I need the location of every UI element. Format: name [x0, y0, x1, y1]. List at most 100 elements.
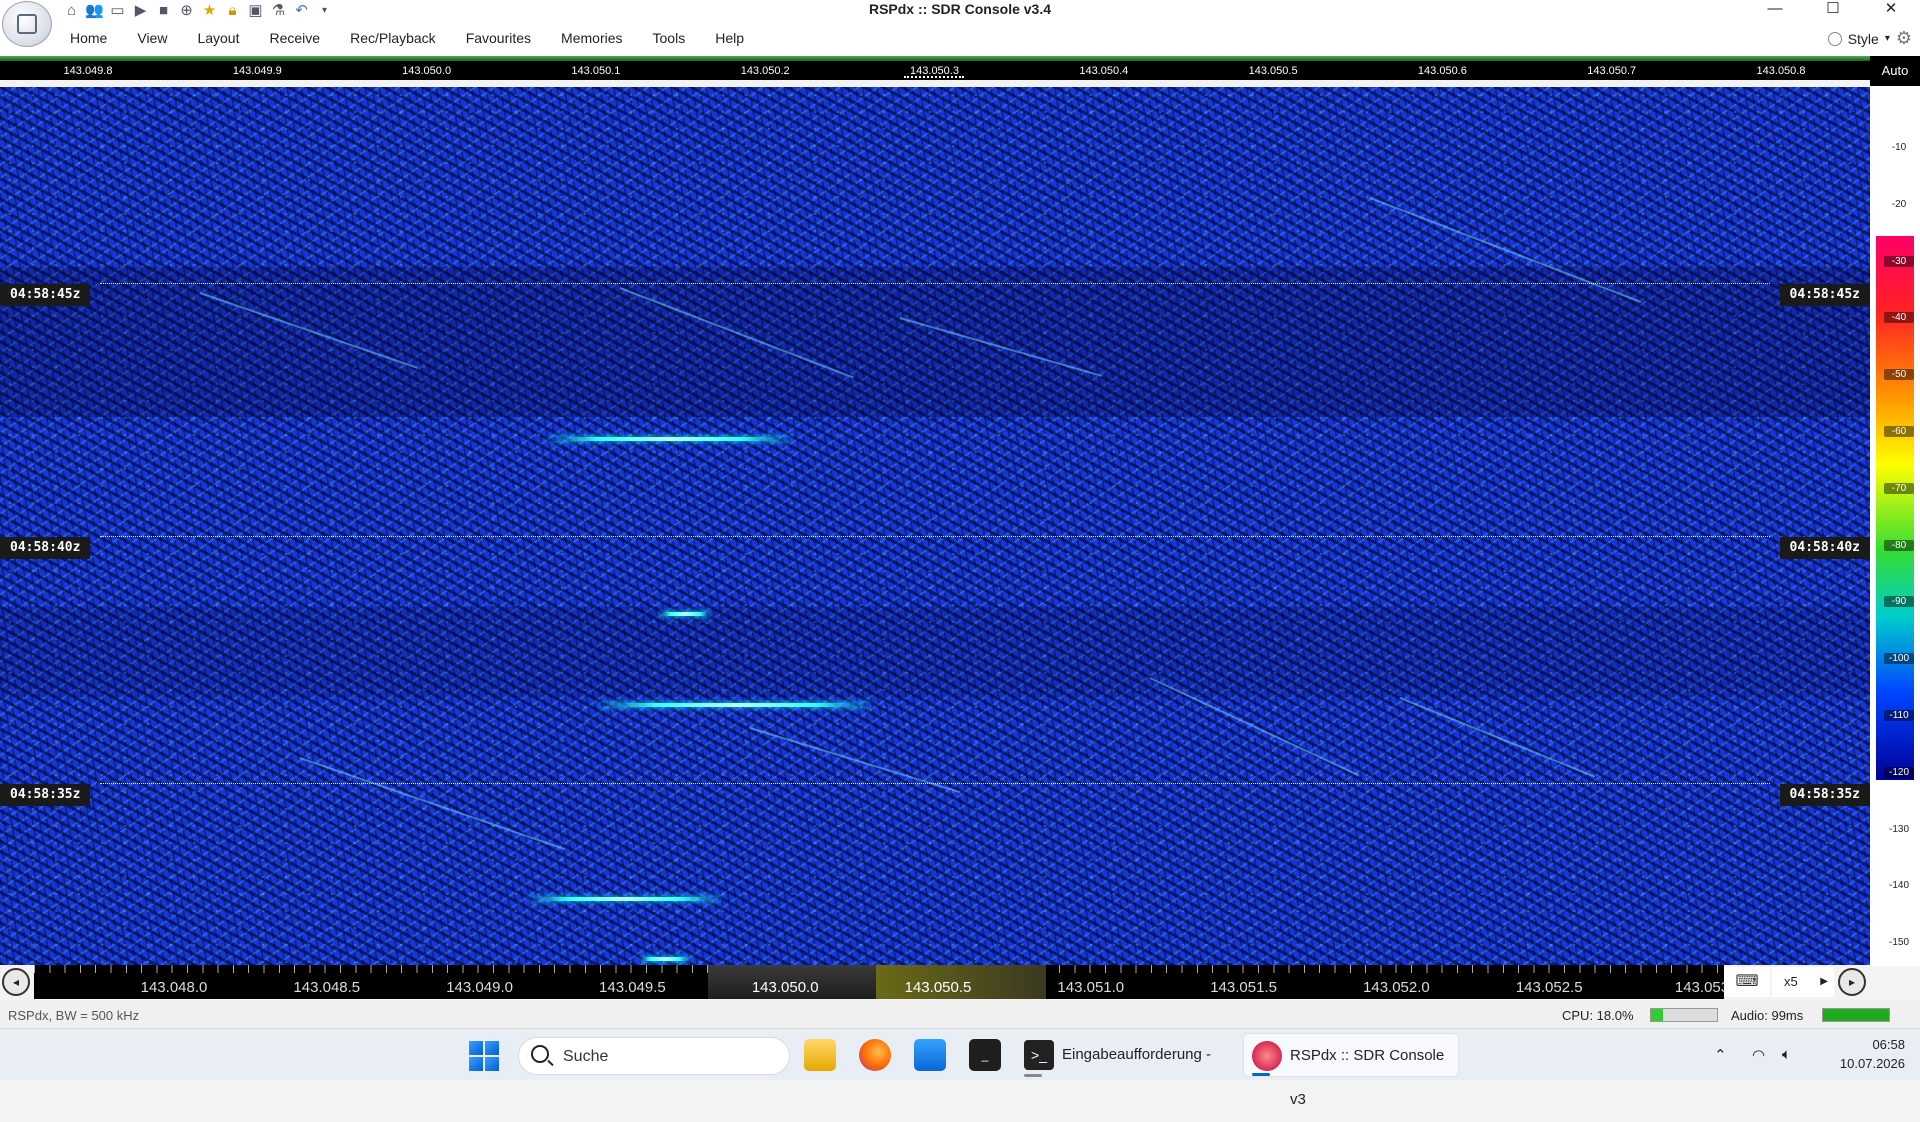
ruler-tick-label: 143.050.5 — [904, 979, 972, 996]
meteor-ping-trace — [550, 437, 790, 441]
play-icon[interactable]: ▶ — [131, 1, 150, 20]
scroll-right-button[interactable]: ▸ — [1838, 968, 1866, 996]
db-scale-tick: -10 — [1891, 142, 1907, 153]
top-scale-tick: 143.049.9 — [232, 65, 282, 77]
time-marker-right: 04:58:40z — [1779, 537, 1870, 559]
db-scale-tick: -90 — [1884, 596, 1914, 608]
menu-receive[interactable]: Receive — [270, 30, 321, 46]
zoom-value: x5 — [1784, 974, 1798, 989]
ruler-tick-label: 143.051.0 — [1057, 979, 1125, 996]
volume-icon[interactable]: 🔈︎ — [1782, 1046, 1791, 1063]
menu-home[interactable]: Home — [70, 30, 107, 46]
ruler-tick-label: 143.049.0 — [446, 979, 513, 996]
zoom-selector[interactable]: x5 ▶ — [1772, 967, 1834, 997]
cpu-usage-fill — [1651, 1009, 1663, 1021]
db-scale-tick: -140 — [1888, 880, 1909, 892]
db-scale-tick: -40 — [1884, 312, 1914, 324]
top-scale-tick: 143.050.1 — [571, 65, 621, 77]
chevron-down-icon: ▾ — [1884, 33, 1890, 44]
meteor-ping-trace — [660, 612, 710, 616]
taskbar-clock[interactable]: 06:58 10.07.2026 — [1805, 1035, 1905, 1073]
bottom-frequency-ruler[interactable]: 143.048.0 143.048.5 143.049.0 143.049.5 143.… — [34, 965, 1729, 999]
db-scale[interactable]: -10 -20 -30 -40 -50 -60 -70 -80 -90 -100 -110 -120 -… — [1870, 86, 1920, 966]
device-bandwidth-status: RSPdx, BW = 500 kHz — [8, 1008, 140, 1023]
title-bar: RSPdx :: SDR Console v3.4 ⌂ 👥 ▭ ▶ ■ ⊕ ★ … — [0, 0, 1920, 22]
ruler-tick-label: 143.049.5 — [599, 979, 666, 996]
scroll-left-button[interactable]: ◂ — [2, 968, 30, 996]
menu-rec-playback[interactable]: Rec/Playback — [350, 30, 436, 46]
taskbar-task-cmd[interactable]: >_ Eingabeaufforderung - — [1016, 1033, 1236, 1077]
signal-trace — [299, 757, 566, 851]
db-scale-tick: -60 — [1884, 426, 1914, 437]
menu-help[interactable]: Help — [715, 30, 744, 46]
time-gridline — [100, 536, 1770, 537]
plus-icon[interactable]: ⊕ — [177, 1, 196, 20]
audio-latency-label: Audio: 99ms — [1731, 1008, 1804, 1023]
time-gridline — [100, 283, 1770, 284]
keyboard-icon[interactable]: ⌨ — [1724, 967, 1770, 997]
time-marker-left: 04:58:40z — [0, 537, 91, 559]
menu-tools[interactable]: Tools — [653, 30, 686, 46]
users-icon[interactable]: 👥 — [85, 1, 104, 20]
flask-icon[interactable]: ⚗ — [269, 1, 288, 20]
taskbar: Suche _ >_ Eingabeaufforderung - RSPdx :… — [0, 1028, 1920, 1108]
firefox-icon[interactable] — [859, 1039, 891, 1071]
sdr-console-icon — [1252, 1041, 1282, 1071]
top-scale-tick: 143.050.5 — [1248, 65, 1298, 77]
star-icon[interactable]: ★ — [200, 1, 219, 20]
dropdown-icon[interactable]: ▾ — [315, 1, 334, 20]
top-frequency-scale[interactable]: 143.049.8 143.049.9 143.050.0 143.050.1 143.… — [0, 61, 1870, 80]
chevron-up-icon[interactable]: ⌃ — [1714, 1046, 1727, 1064]
gear-icon[interactable]: ⚙ — [1896, 28, 1912, 49]
camera-icon[interactable]: ▣ — [246, 1, 265, 20]
top-scale-tick: 143.049.8 — [63, 65, 113, 77]
auto-button[interactable]: Auto — [1870, 56, 1920, 86]
folder-icon[interactable]: ▭ — [108, 1, 127, 20]
clock-time: 06:58 — [1872, 1037, 1905, 1052]
taskbar-search[interactable]: Suche — [518, 1037, 790, 1075]
maximize-button[interactable]: ☐ — [1804, 0, 1862, 20]
close-button[interactable]: ✕ — [1862, 0, 1920, 20]
stop-icon[interactable]: ■ — [154, 1, 173, 20]
db-scale-tick: -130 — [1888, 823, 1909, 835]
application-menu-button[interactable] — [2, 1, 52, 47]
top-scale-tick: 143.050.4 — [1079, 65, 1129, 77]
meteor-ping-trace — [530, 897, 720, 901]
task-indicator-active — [1252, 1073, 1270, 1076]
lock-icon[interactable]: 🔒︎ — [223, 1, 242, 20]
file-explorer-icon[interactable] — [804, 1039, 836, 1071]
time-gridline — [100, 783, 1770, 784]
chevron-right-icon: ▶ — [1820, 976, 1828, 987]
terminal-icon[interactable]: _ — [969, 1039, 1001, 1071]
clock-date: 10.07.2026 — [1839, 1056, 1905, 1071]
windows-start-icon[interactable] — [469, 1041, 499, 1071]
menu-view[interactable]: View — [137, 30, 167, 46]
taskbar-task-sdr[interactable]: RSPdx :: SDR Console v3 — [1243, 1033, 1459, 1108]
style-menu[interactable]: Style ▾ ⚙ — [1827, 28, 1912, 49]
meteor-ping-trace — [640, 957, 690, 961]
notepad-icon[interactable] — [914, 1039, 946, 1071]
db-scale-tick: -50 — [1884, 369, 1914, 381]
ruler-tick-label: 143.052.5 — [1515, 979, 1583, 996]
undo-icon[interactable]: ↶ — [292, 1, 311, 20]
menu-layout[interactable]: Layout — [197, 30, 239, 46]
waterfall-display[interactable]: 04:58:45z 04:58:45z 04:58:40z 04:58:40z … — [0, 87, 1870, 965]
top-scale-tick: 143.050.0 — [402, 65, 452, 77]
menu-favourites[interactable]: Favourites — [466, 30, 531, 46]
cpu-usage-meter — [1650, 1008, 1718, 1022]
task-sdr-label: RSPdx :: SDR Console v3 — [1290, 1047, 1445, 1108]
audio-buffer-fill — [1823, 1009, 1889, 1021]
home-icon[interactable]: ⌂ — [62, 1, 81, 20]
top-scale-tick: 143.050.2 — [740, 65, 790, 77]
db-scale-tick: -30 — [1884, 255, 1914, 267]
task-indicator — [1024, 1074, 1042, 1077]
wifi-icon[interactable]: ◠ — [1752, 1046, 1765, 1064]
db-scale-tick: -70 — [1884, 482, 1914, 494]
quick-access-toolbar: ⌂ 👥 ▭ ▶ ■ ⊕ ★ 🔒︎ ▣ ⚗ ↶ ▾ — [62, 1, 334, 20]
menu-memories[interactable]: Memories — [561, 30, 622, 46]
minimize-button[interactable]: — — [1746, 0, 1804, 20]
db-scale-tick: -150 — [1888, 937, 1909, 949]
search-icon — [531, 1045, 549, 1063]
style-icon — [1827, 31, 1842, 46]
db-scale-tick: -120 — [1884, 766, 1914, 778]
